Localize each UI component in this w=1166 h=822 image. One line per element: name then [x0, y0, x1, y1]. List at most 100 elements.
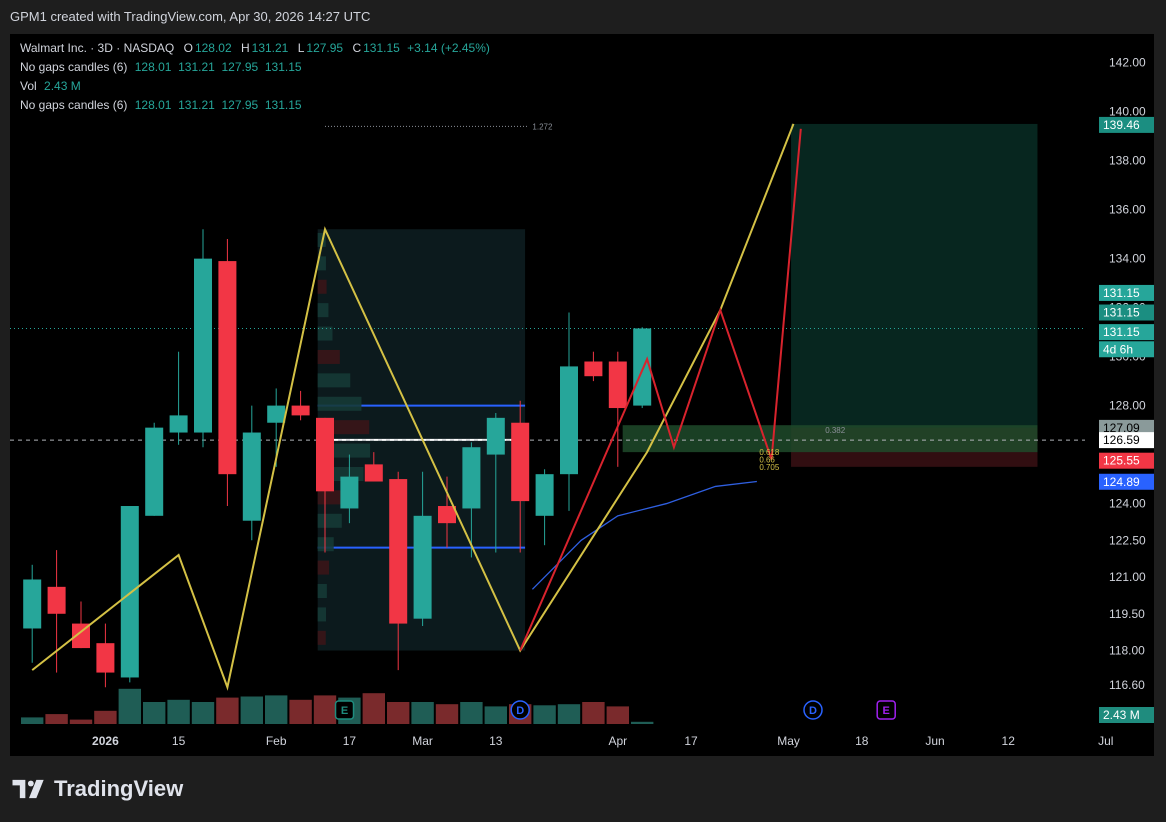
candle-body	[291, 405, 310, 416]
volume-bar	[118, 688, 141, 724]
price-tag-label: 131.15	[1103, 286, 1140, 300]
candle-body	[486, 417, 505, 455]
price-tick-label: 122.50	[1109, 533, 1146, 547]
candle-body	[218, 261, 237, 475]
legend-volume-row[interactable]: Vol 2.43 M	[20, 77, 490, 96]
candle-body	[462, 447, 481, 509]
legend-open-label: O	[183, 41, 193, 55]
price-tick-label: 116.60	[1109, 678, 1145, 692]
price-tick-label: 142.00	[1109, 56, 1146, 70]
volume-bar	[191, 702, 215, 724]
time-tick-label: Jul	[1098, 734, 1113, 748]
candle-body	[194, 258, 212, 433]
candle-body	[413, 515, 432, 619]
tradingview-logo-icon	[12, 779, 44, 799]
fib-label: 1.272	[532, 122, 553, 131]
event-marker-label: D	[809, 705, 817, 717]
candle-body	[96, 643, 115, 673]
bottom-bar: TradingView	[0, 756, 1166, 822]
fib-label: 0.705	[759, 463, 780, 472]
volume-bar	[631, 721, 654, 724]
event-marker: E	[876, 700, 896, 720]
legend-high-label: H	[240, 41, 250, 55]
legend-volume-value: 2.43 M	[44, 79, 81, 93]
price-tag-label: 125.55	[1103, 454, 1140, 468]
volume-bar	[21, 717, 44, 724]
volume-bar	[216, 697, 239, 724]
volume-profile-bar	[317, 513, 342, 528]
candle-body	[364, 464, 383, 482]
candle-body	[535, 474, 554, 516]
chart-frame[interactable]: 1.272 0.382 0.618 0.66 0.705 E D D E 116.60 118.00…	[10, 34, 1154, 756]
candle-body	[316, 417, 334, 492]
price-tick-label: 118.00	[1109, 644, 1145, 658]
volume-bar	[362, 693, 385, 724]
volume-profile-bar	[317, 396, 362, 411]
price-tag-label: 131.15	[1103, 306, 1140, 320]
event-marker-label: D	[516, 705, 524, 717]
price-tick-label: 121.00	[1109, 570, 1146, 584]
price-tag: 126.59	[1099, 432, 1154, 449]
volume-bar	[69, 719, 93, 724]
candle-body	[340, 476, 359, 509]
time-tick-label: 12	[1002, 734, 1016, 748]
price-tick-label: 136.00	[1109, 203, 1146, 217]
legend-indicator-row[interactable]: No gaps candles (6) 128.01 131.21 127.95…	[20, 58, 490, 77]
price-chart[interactable]: 1.2720.3820.6180.660.705E D D E116.60118.00…	[10, 34, 1154, 756]
candle	[194, 229, 212, 448]
volume-bar	[582, 702, 605, 724]
volume-profile-bar	[317, 584, 327, 599]
event-marker: D	[803, 700, 823, 720]
long-position-target-zone	[791, 123, 1038, 428]
time-tick-label: 17	[343, 734, 357, 748]
price-tag: 131.15	[1099, 324, 1154, 341]
volume-profile-bar	[317, 303, 329, 318]
time-tick-label: May	[777, 734, 800, 748]
volume-profile-bar	[317, 373, 351, 388]
price-tag-label: 124.89	[1103, 475, 1140, 489]
legend-indicator-row-2[interactable]: No gaps candles (6) 128.01 131.21 127.95…	[20, 96, 490, 115]
volume-profile-bar	[317, 349, 340, 364]
legend-symbol: Walmart Inc. · 3D · NASDAQ	[20, 41, 175, 55]
legend-close-label: C	[352, 41, 362, 55]
volume-bar	[313, 695, 337, 724]
legend-ohlc-row[interactable]: Walmart Inc. · 3D · NASDAQ O 128.02 H 131.…	[20, 39, 490, 58]
event-marker: D	[510, 700, 530, 720]
legend-open-value: 128.02	[194, 41, 232, 55]
legend-high-value: 131.21	[251, 41, 289, 55]
candle-body	[145, 427, 164, 516]
time-tick-label: 18	[855, 734, 869, 748]
legend-indicator-values-2: 128.01 131.21 127.95 131.15	[134, 98, 302, 112]
legend-indicator-name-2: No gaps candles (6)	[20, 98, 128, 112]
price-tag: 4d 6h	[1099, 341, 1154, 358]
legend-indicator-name: No gaps candles (6)	[20, 60, 128, 74]
volume-bar	[143, 702, 166, 724]
volume-bar	[484, 706, 507, 724]
price-tick-label: 140.00	[1109, 105, 1146, 119]
time-tick-label: Apr	[608, 734, 627, 748]
volume-bar	[265, 695, 288, 724]
volume-profile-bar	[317, 560, 330, 575]
fib-label: 0.382	[825, 426, 846, 435]
time-tick-label: 13	[489, 734, 503, 748]
volume-bar	[606, 706, 629, 724]
candle	[145, 422, 164, 516]
volume-tag-label: 2.43 M	[1103, 708, 1140, 722]
candle-body	[120, 506, 139, 678]
candle-body	[560, 366, 578, 475]
legend-close-value: 131.15	[363, 41, 400, 55]
time-tick-label: 15	[172, 734, 186, 748]
price-tick-label: 124.00	[1109, 497, 1146, 511]
time-tick-label: Mar	[412, 734, 433, 748]
volume-bar	[240, 696, 263, 724]
price-tag: 125.55	[1099, 452, 1154, 469]
event-marker-label: E	[883, 705, 890, 717]
price-tag-label: 139.46	[1103, 118, 1140, 132]
price-tick-label: 134.00	[1109, 252, 1146, 266]
legend-low-value: 127.95	[306, 41, 344, 55]
time-tick-label: Feb	[266, 734, 287, 748]
brand[interactable]: TradingView	[12, 776, 183, 802]
top-bar: GPM1 created with TradingView.com, Apr 3…	[0, 0, 1166, 34]
candle-body	[267, 405, 286, 423]
volume-profile-bar	[317, 630, 326, 645]
